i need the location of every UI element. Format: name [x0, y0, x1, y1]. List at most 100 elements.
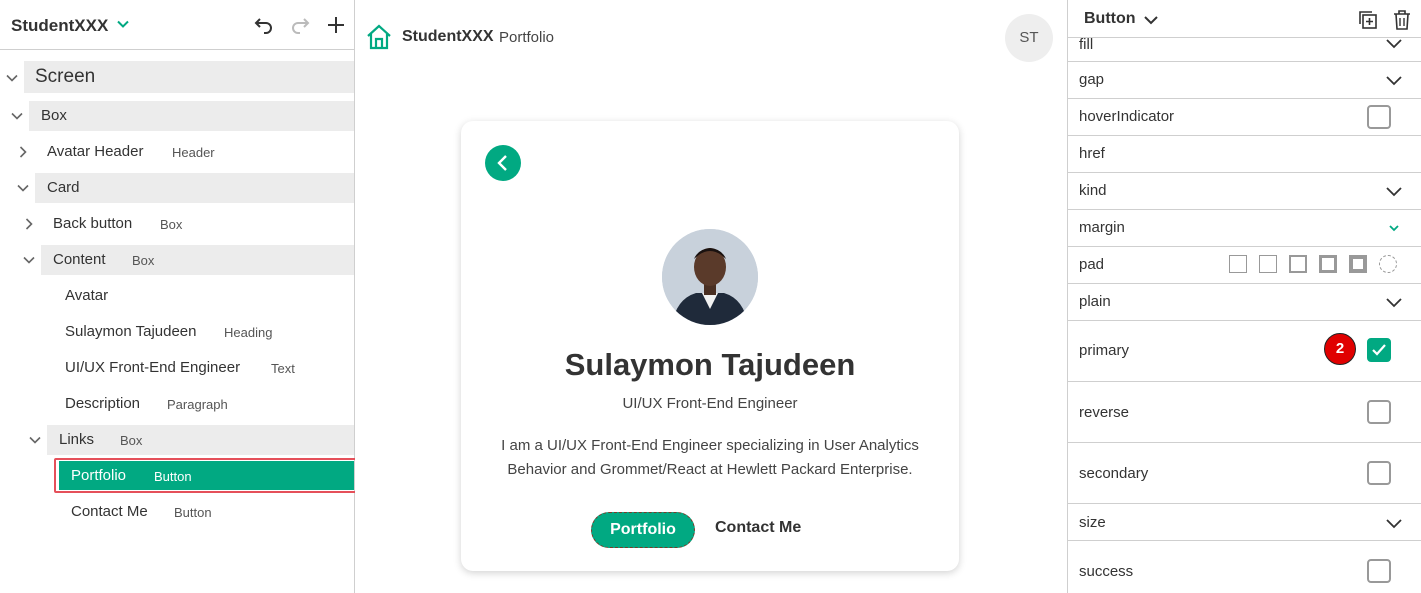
- undo-icon[interactable]: [253, 14, 275, 41]
- chevron-down-icon[interactable]: [1388, 221, 1400, 239]
- tree-item-avatar[interactable]: Avatar: [0, 281, 355, 311]
- tree-item-box[interactable]: Box: [0, 101, 355, 131]
- tree-item-screen[interactable]: Screen: [0, 61, 355, 93]
- tree-item-text[interactable]: UI/UX Front-End Engineer Text: [0, 353, 355, 383]
- prop-margin[interactable]: margin: [1068, 210, 1421, 247]
- contact-me-button[interactable]: Contact Me: [715, 519, 801, 537]
- chevron-down-icon[interactable]: [22, 253, 36, 272]
- prop-name: href: [1079, 145, 1105, 162]
- chevron-down-icon[interactable]: [5, 71, 19, 90]
- redo-icon[interactable]: [289, 14, 311, 41]
- prop-size[interactable]: size: [1068, 504, 1421, 541]
- chevron-down-icon[interactable]: [28, 433, 42, 452]
- pad-xsmall-option[interactable]: [1259, 255, 1277, 273]
- pad-none-option[interactable]: [1229, 255, 1247, 273]
- prop-href[interactable]: href: [1068, 136, 1421, 173]
- tree-item-label: Avatar Header: [47, 143, 144, 160]
- portfolio-button[interactable]: Portfolio: [591, 512, 695, 548]
- tree-item-card[interactable]: Card: [0, 173, 355, 203]
- reverse-checkbox[interactable]: [1367, 400, 1391, 424]
- prop-kind[interactable]: kind: [1068, 173, 1421, 210]
- tree-item-label: Card: [47, 179, 80, 196]
- tree-item-type: Paragraph: [167, 397, 228, 412]
- prop-plain[interactable]: plain: [1068, 284, 1421, 321]
- tree-item-type: Heading: [224, 325, 273, 340]
- pad-large-option[interactable]: [1349, 255, 1367, 273]
- tree-item-content[interactable]: Content Box: [0, 245, 355, 275]
- tree-item-label: Portfolio: [71, 467, 127, 484]
- tree-item-label: Contact Me: [71, 503, 148, 520]
- success-checkbox[interactable]: [1367, 559, 1391, 583]
- primary-checkbox[interactable]: [1367, 338, 1391, 362]
- tree-item-label: Avatar: [65, 287, 109, 304]
- pad-small-option[interactable]: [1289, 255, 1307, 273]
- tree-item-contact-me[interactable]: Contact Me Button: [0, 497, 355, 527]
- properties-panel: Button fill gap hoverIndicator href kind…: [1067, 0, 1421, 593]
- pad-medium-option[interactable]: [1319, 255, 1337, 273]
- tree-item-back-button[interactable]: Back button Box: [0, 209, 355, 239]
- prop-reverse[interactable]: reverse: [1068, 382, 1421, 443]
- tree-item-label: Back button: [53, 215, 133, 232]
- layers-panel: StudentXXX Screen Box Avatar Header Head…: [0, 0, 357, 593]
- duplicate-icon[interactable]: [1357, 9, 1379, 36]
- chevron-down-icon[interactable]: [1385, 295, 1403, 314]
- tree-item-avatar-header[interactable]: Avatar Header Header: [0, 137, 355, 167]
- user-avatar[interactable]: ST: [1005, 14, 1053, 62]
- prop-name: success: [1079, 563, 1134, 580]
- chevron-left-icon: [497, 155, 507, 171]
- tree-item-type: Header: [172, 145, 215, 160]
- pad-custom-option[interactable]: [1379, 255, 1397, 273]
- chevron-down-icon[interactable]: [116, 17, 130, 36]
- chevron-down-icon[interactable]: [1385, 36, 1403, 55]
- hover-indicator-checkbox[interactable]: [1367, 105, 1391, 129]
- tree-item-label: UI/UX Front-End Engineer: [65, 359, 241, 376]
- prop-gap[interactable]: gap: [1068, 62, 1421, 99]
- back-button[interactable]: [485, 145, 521, 181]
- prop-name: plain: [1079, 293, 1111, 310]
- tree-item-links[interactable]: Links Box: [0, 425, 355, 455]
- prop-hover-indicator[interactable]: hoverIndicator: [1068, 99, 1421, 136]
- add-icon[interactable]: [325, 14, 347, 41]
- prop-name: margin: [1079, 219, 1125, 236]
- tree-item-type: Text: [271, 361, 295, 376]
- prop-name: secondary: [1079, 465, 1149, 482]
- properties-header: Button: [1068, 0, 1421, 38]
- tree-item-label: Sulaymon Tajudeen: [65, 323, 197, 340]
- prop-name: gap: [1079, 71, 1105, 88]
- project-header: StudentXXX: [0, 0, 354, 50]
- tree-item-heading[interactable]: Sulaymon Tajudeen Heading: [0, 317, 355, 347]
- prop-secondary[interactable]: secondary: [1068, 443, 1421, 504]
- chevron-down-icon[interactable]: [10, 109, 24, 128]
- chevron-down-icon[interactable]: [1385, 184, 1403, 203]
- tree-item-label: Content: [53, 251, 106, 268]
- prop-name: size: [1079, 514, 1106, 531]
- tree-item-portfolio[interactable]: Portfolio Button: [0, 461, 355, 491]
- chevron-right-icon[interactable]: [22, 217, 36, 236]
- secondary-checkbox[interactable]: [1367, 461, 1391, 485]
- tree-item-label: Description: [65, 395, 141, 412]
- app-brand[interactable]: StudentXXX: [402, 28, 494, 46]
- app-page-name: Portfolio: [499, 29, 555, 46]
- prop-name: pad: [1079, 256, 1105, 273]
- profile-role-text: UI/UX Front-End Engineer: [622, 395, 798, 412]
- prop-primary[interactable]: primary 2: [1068, 321, 1421, 382]
- prop-pad[interactable]: pad: [1068, 247, 1421, 284]
- component-name[interactable]: Button: [1084, 10, 1136, 28]
- profile-description: I am a UI/UX Front-End Engineer speciali…: [501, 437, 919, 478]
- profile-card: Sulaymon Tajudeen UI/UX Front-End Engine…: [461, 121, 959, 571]
- chevron-down-icon[interactable]: [1385, 516, 1403, 535]
- tree-item-description[interactable]: Description Paragraph: [0, 389, 355, 419]
- home-icon[interactable]: [366, 24, 392, 55]
- design-canvas[interactable]: StudentXXX Portfolio ST Sulaymon Tajudee…: [355, 0, 1067, 593]
- avatar: [662, 229, 758, 325]
- chevron-down-icon[interactable]: [1385, 73, 1403, 92]
- tree-item-label: Box: [41, 107, 67, 124]
- trash-icon[interactable]: [1392, 9, 1412, 36]
- chevron-down-icon[interactable]: [1143, 13, 1159, 32]
- prop-success[interactable]: success: [1068, 541, 1421, 593]
- chevron-right-icon[interactable]: [16, 145, 30, 164]
- prop-name: kind: [1079, 182, 1107, 199]
- chevron-down-icon[interactable]: [16, 181, 30, 200]
- tree-item-type: Box: [120, 433, 143, 448]
- project-name[interactable]: StudentXXX: [11, 16, 108, 36]
